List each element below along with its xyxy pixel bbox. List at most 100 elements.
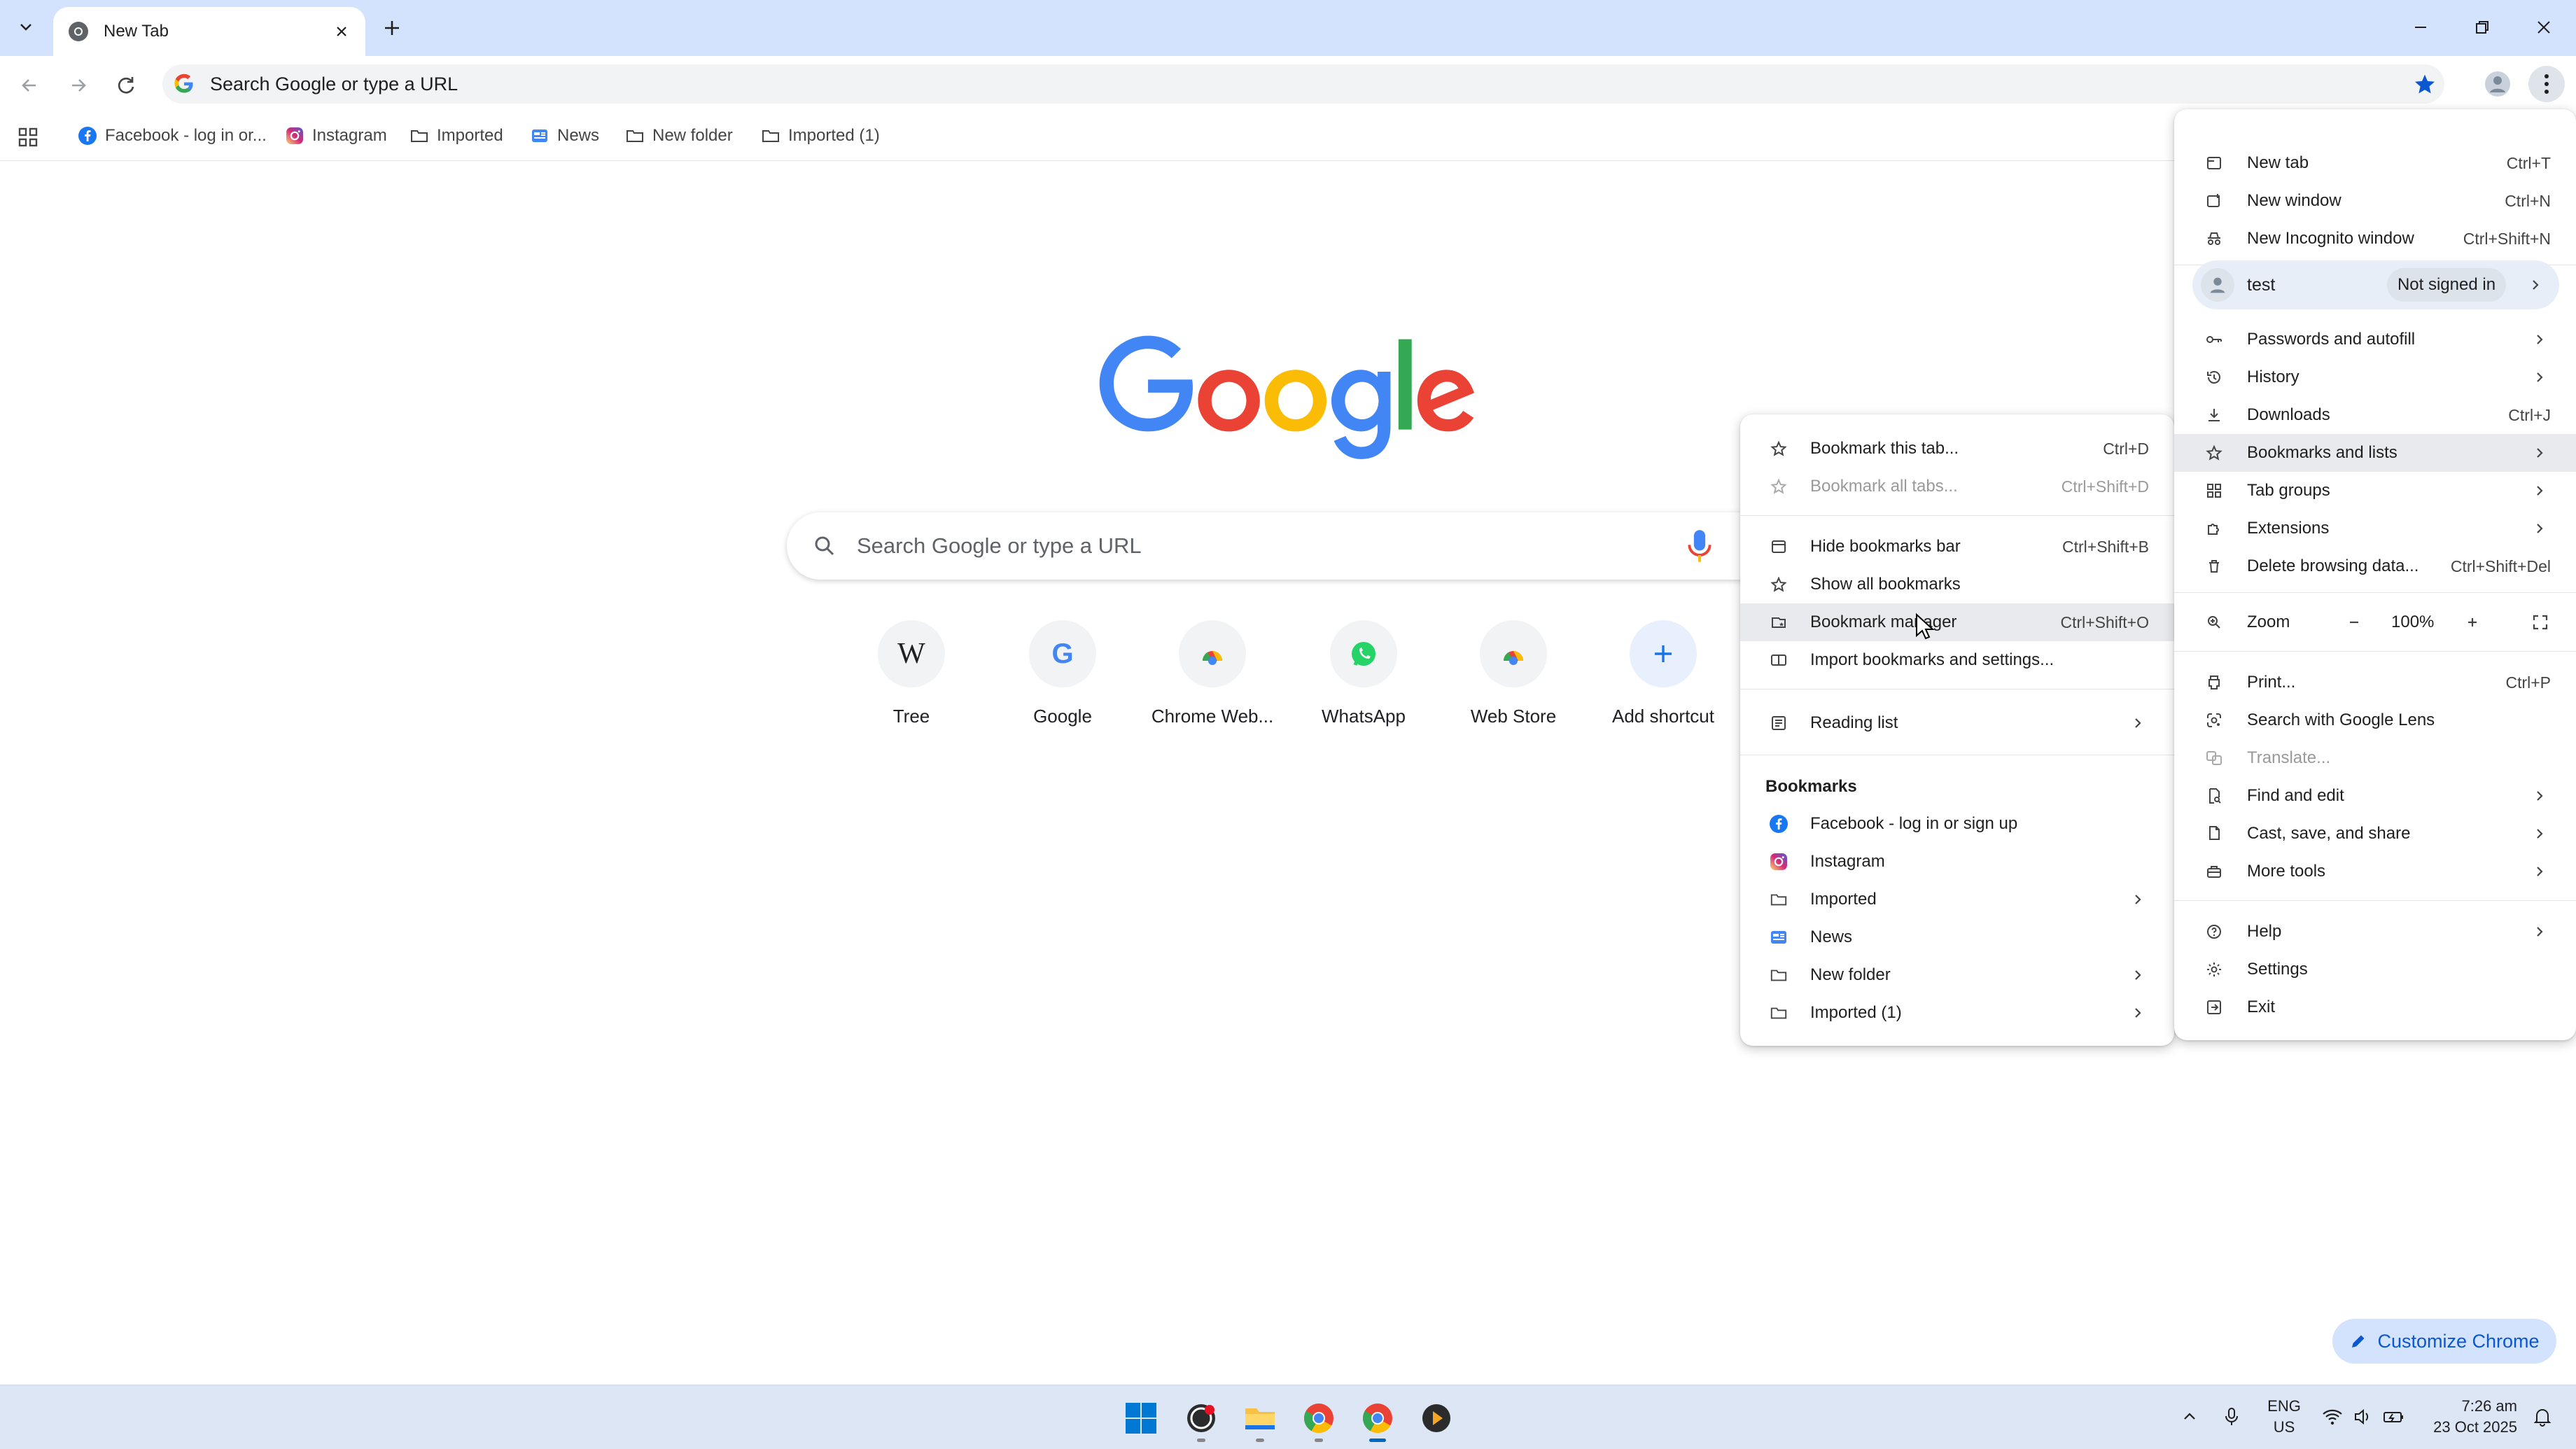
gear-icon	[2202, 958, 2226, 981]
mouse-cursor-icon	[1916, 613, 1935, 640]
zoom-in-button[interactable]	[2456, 606, 2488, 638]
shortcut-chrome-web-store[interactable]: Chrome Web...	[1142, 620, 1282, 739]
notification-bell-icon[interactable]	[2528, 1403, 2556, 1431]
new-tab-button[interactable]	[377, 13, 407, 43]
profile-row[interactable]: test Not signed in	[2192, 260, 2559, 309]
shortcut-web-store[interactable]: Web Store	[1443, 620, 1583, 739]
bookmark-folder-imported[interactable]: Imported	[406, 120, 506, 151]
microphone-icon[interactable]	[1686, 528, 1714, 564]
restore-button[interactable]	[2461, 10, 2503, 45]
close-window-button[interactable]	[2523, 10, 2565, 45]
close-tab-icon[interactable]	[329, 19, 354, 44]
menu-item-find-and-edit[interactable]: Find and edit	[2174, 777, 2576, 815]
bookmark-instagram[interactable]: Instagram	[281, 120, 390, 151]
menu-item-exit[interactable]: Exit	[2174, 988, 2576, 1026]
menu-item-bookmark-this-tab[interactable]: Bookmark this tab... Ctrl+D	[1740, 430, 2174, 468]
menu-item-new-incognito[interactable]: New Incognito window Ctrl+Shift+N	[2174, 220, 2576, 258]
menu-item-new-tab[interactable]: New tab Ctrl+T	[2174, 144, 2576, 182]
google-g-icon	[174, 74, 193, 93]
shortcut-add[interactable]: Add shortcut	[1593, 620, 1733, 739]
shortcut-google[interactable]: G Google	[993, 620, 1133, 739]
menu-item-show-all-bookmarks[interactable]: Show all bookmarks	[1740, 566, 2174, 603]
customize-chrome-button[interactable]: Customize Chrome	[2332, 1319, 2556, 1364]
tab-search-button[interactable]	[7, 11, 45, 42]
volume-icon[interactable]	[2349, 1403, 2377, 1431]
tab-new-tab[interactable]: New Tab	[53, 7, 365, 56]
menu-item-bookmark-all-tabs[interactable]: Bookmark all tabs... Ctrl+Shift+D	[1740, 468, 2174, 505]
address-bar[interactable]: Search Google or type a URL	[162, 64, 2444, 104]
zoom-level: 100%	[2391, 612, 2435, 631]
menu-item-more-tools[interactable]: More tools	[2174, 853, 2576, 890]
chevron-right-icon	[2531, 520, 2548, 537]
reload-button[interactable]	[108, 67, 144, 104]
menu-bookmark-instagram[interactable]: Instagram	[1740, 843, 2174, 881]
chrome-menu-button[interactable]	[2528, 66, 2565, 102]
bookmark-star-icon[interactable]	[2409, 69, 2440, 99]
taskbar-app-file-explorer[interactable]	[1238, 1396, 1282, 1442]
menu-item-passwords[interactable]: Passwords and autofill	[2174, 321, 2576, 358]
menu-bookmark-folder-imported[interactable]: Imported	[1740, 881, 2174, 918]
chevron-down-icon	[20, 24, 31, 31]
news-icon	[1767, 925, 1791, 949]
menu-item-new-window[interactable]: New window Ctrl+N	[2174, 182, 2576, 220]
menu-item-settings[interactable]: Settings	[2174, 951, 2576, 988]
menu-item-help[interactable]: Help	[2174, 913, 2576, 951]
menu-bookmark-facebook[interactable]: Facebook - log in or sign up	[1740, 805, 2174, 843]
wifi-icon[interactable]	[2318, 1403, 2346, 1431]
chevron-up-icon[interactable]	[2176, 1403, 2204, 1431]
microphone-icon[interactable]	[2218, 1403, 2246, 1431]
taskbar-app-chrome[interactable]	[1296, 1396, 1341, 1442]
bookmark-news[interactable]: News	[526, 120, 602, 151]
menu-item-translate[interactable]: Translate...	[2174, 739, 2576, 777]
input-language[interactable]: ENG US	[2267, 1396, 2302, 1438]
ntp-search-box[interactable]: Search Google or type a URL	[787, 512, 1781, 580]
fullscreen-button[interactable]	[2524, 606, 2556, 638]
forward-button[interactable]	[60, 67, 97, 104]
restore-icon	[2476, 21, 2488, 34]
menu-bookmark-folder-new[interactable]: New folder	[1740, 956, 2174, 994]
printer-icon	[2202, 671, 2226, 694]
menu-item-google-lens[interactable]: Search with Google Lens	[2174, 701, 2576, 739]
menu-item-reading-list[interactable]: Reading list	[1740, 704, 2174, 742]
start-button[interactable]	[1119, 1396, 1163, 1441]
import-icon	[1767, 648, 1791, 672]
battery-icon[interactable]	[2380, 1403, 2408, 1431]
menu-item-import-bookmarks[interactable]: Import bookmarks and settings...	[1740, 641, 2174, 679]
taskbar-app-chrome-active[interactable]	[1355, 1396, 1400, 1442]
shortcut-label: Tree	[892, 706, 930, 727]
menu-item-hide-bookmarks-bar[interactable]: Hide bookmarks bar Ctrl+Shift+B	[1740, 528, 2174, 566]
menu-item-downloads[interactable]: Downloads Ctrl+J	[2174, 396, 2576, 434]
system-clock[interactable]: 7:26 am 23 Oct 2025	[2419, 1396, 2517, 1438]
shortcut-tree[interactable]: W Tree	[841, 620, 981, 739]
chevron-right-icon	[2531, 331, 2548, 348]
apps-grid-icon[interactable]	[14, 123, 42, 151]
profile-button[interactable]	[2481, 67, 2514, 101]
menu-item-extensions[interactable]: Extensions	[2174, 510, 2576, 547]
menu-item-delete-browsing-data[interactable]: Delete browsing data... Ctrl+Shift+Del	[2174, 547, 2576, 585]
bookmark-facebook[interactable]: Facebook - log in or...	[74, 120, 270, 151]
taskbar-app-recorder[interactable]	[1179, 1396, 1224, 1442]
bookmark-label: Facebook - log in or...	[105, 126, 267, 145]
menu-item-bookmark-manager[interactable]: Bookmark manager Ctrl+Shift+O	[1740, 603, 2174, 641]
shortcut-whatsapp[interactable]: WhatsApp	[1294, 620, 1434, 739]
menu-item-cast-save-share[interactable]: Cast, save, and share	[2174, 815, 2576, 853]
taskbar-app-media-player[interactable]	[1414, 1396, 1459, 1441]
menu-item-bookmarks-and-lists[interactable]: Bookmarks and lists	[2174, 434, 2576, 472]
chevron-right-icon	[2531, 369, 2548, 386]
minimize-button[interactable]	[2400, 10, 2442, 45]
star-outline-icon	[2202, 441, 2226, 465]
plus-icon	[1630, 620, 1697, 687]
sign-in-status-badge: Not signed in	[2387, 268, 2506, 302]
zoom-out-button[interactable]	[2338, 606, 2370, 638]
bookmark-folder-imported-1[interactable]: Imported (1)	[757, 120, 883, 151]
menu-bookmark-news[interactable]: News	[1740, 918, 2174, 956]
menu-bookmark-folder-imported-1[interactable]: Imported (1)	[1740, 994, 2174, 1032]
back-button[interactable]	[11, 67, 48, 104]
menu-item-tab-groups[interactable]: Tab groups	[2174, 472, 2576, 510]
bookmark-folder-new[interactable]: New folder	[622, 120, 736, 151]
menu-item-history[interactable]: History	[2174, 358, 2576, 396]
incognito-icon	[2202, 227, 2226, 251]
close-icon	[2538, 21, 2550, 34]
toolbox-icon	[2202, 860, 2226, 883]
menu-item-print[interactable]: Print... Ctrl+P	[2174, 664, 2576, 701]
